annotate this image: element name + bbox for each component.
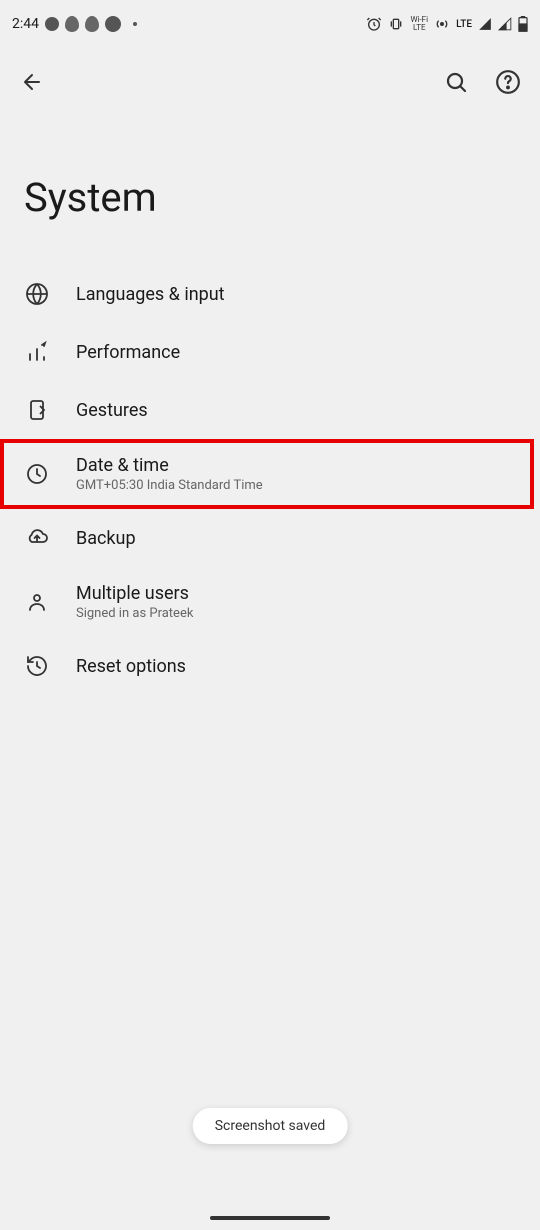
signal-icon <box>478 17 492 31</box>
vibrate-icon <box>388 16 404 32</box>
menu-item-date-time[interactable]: Date & time GMT+05:30 India Standard Tim… <box>0 439 534 509</box>
search-button[interactable] <box>442 68 470 96</box>
page-title: System <box>0 116 540 265</box>
back-button[interactable] <box>18 68 46 96</box>
menu-item-label: Date & time <box>76 455 263 476</box>
menu-item-label: Backup <box>76 528 136 549</box>
menu-item-multiple-users[interactable]: Multiple users Signed in as Prateek <box>0 567 540 637</box>
notification-icon <box>85 16 99 32</box>
screenshot-saved-toast[interactable]: Screenshot saved <box>193 1108 348 1144</box>
battery-icon <box>518 16 528 32</box>
menu-item-languages-input[interactable]: Languages & input <box>0 265 540 323</box>
notification-icon <box>45 17 59 31</box>
performance-icon <box>24 339 50 365</box>
notification-icon <box>105 16 121 32</box>
notification-icon <box>65 16 79 32</box>
settings-menu: Languages & input Performance Gestures D… <box>0 265 540 695</box>
more-notifications-icon <box>127 22 137 26</box>
status-bar-left: 2:44 <box>12 16 137 32</box>
clock-icon <box>24 461 50 487</box>
menu-item-gestures[interactable]: Gestures <box>0 381 540 439</box>
menu-item-label: Reset options <box>76 656 186 677</box>
toast-label: Screenshot saved <box>215 1118 326 1134</box>
status-bar-right: Wi‑FiLTE LTE <box>366 16 528 32</box>
hotspot-icon <box>434 16 450 32</box>
menu-item-subtitle: GMT+05:30 India Standard Time <box>76 478 263 493</box>
reset-icon <box>24 653 50 679</box>
cloud-backup-icon <box>24 525 50 551</box>
menu-item-label: Gestures <box>76 400 148 421</box>
menu-item-label: Multiple users <box>76 583 193 604</box>
gestures-icon <box>24 397 50 423</box>
menu-item-backup[interactable]: Backup <box>0 509 540 567</box>
menu-item-label: Performance <box>76 342 180 363</box>
menu-item-subtitle: Signed in as Prateek <box>76 606 193 621</box>
status-time: 2:44 <box>12 16 39 32</box>
menu-item-label: Languages & input <box>76 284 225 305</box>
menu-item-reset-options[interactable]: Reset options <box>0 637 540 695</box>
menu-item-performance[interactable]: Performance <box>0 323 540 381</box>
help-button[interactable] <box>494 68 522 96</box>
wifi-label-icon: Wi‑FiLTE <box>410 16 428 32</box>
gesture-nav-bar[interactable] <box>210 1216 330 1220</box>
lte-indicator: LTE <box>456 19 472 30</box>
person-icon <box>24 589 50 615</box>
signal-icon <box>498 17 512 31</box>
globe-icon <box>24 281 50 307</box>
status-bar: 2:44 Wi‑FiLTE LTE <box>0 0 540 48</box>
alarm-icon <box>366 16 382 32</box>
app-bar <box>0 48 540 116</box>
